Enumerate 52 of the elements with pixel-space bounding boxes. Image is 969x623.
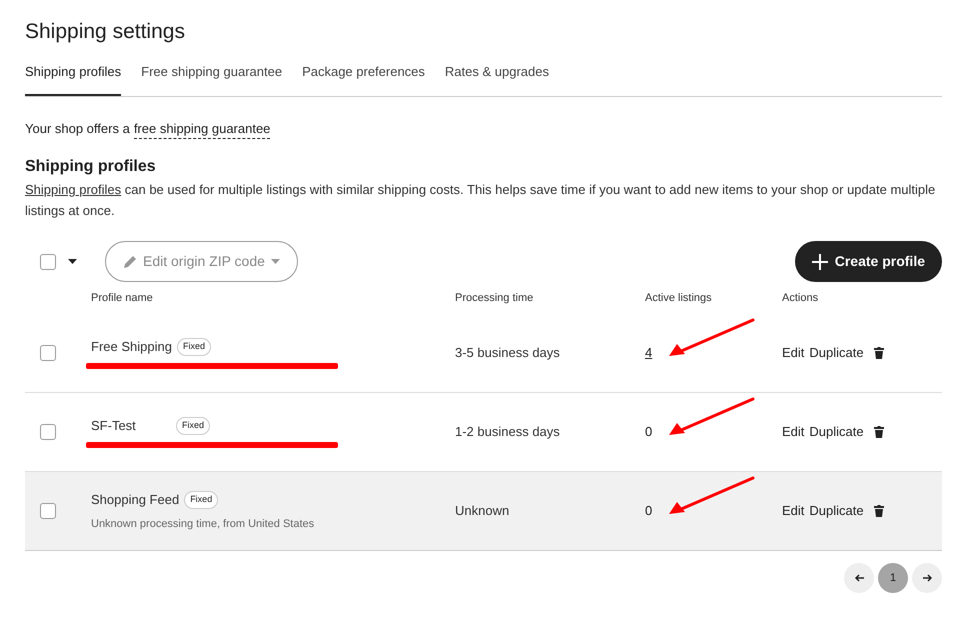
page-title: Shipping settings: [25, 19, 186, 45]
checkbox[interactable]: [40, 503, 56, 519]
checkbox[interactable]: [40, 345, 56, 361]
trash-icon[interactable]: [874, 505, 884, 517]
arrow-right-icon: [922, 574, 932, 582]
action-link[interactable]: Duplicate: [809, 501, 864, 521]
caret-icon[interactable]: [68, 259, 77, 264]
section-description: Shipping profiles can be used for multiple listings with similar shipping costs. This helps save time if you want to add new items to your shop or update multiple listings at once.: [25, 181, 936, 220]
column-header: Active listings: [645, 290, 713, 306]
previous-page-button[interactable]: [844, 563, 874, 593]
pencil-icon: [123, 254, 137, 268]
profile-subtitle: Unknown processing time, from United States: [91, 516, 316, 532]
tab[interactable]: Package preferences: [302, 62, 425, 96]
trash-icon[interactable]: [874, 426, 884, 438]
create-profile-button[interactable]: Create profile: [794, 241, 942, 282]
fixed-badge: Fixed: [176, 417, 210, 435]
column-header: Actions: [782, 290, 820, 306]
tab[interactable]: Rates & upgrades: [444, 62, 549, 96]
column-header: Processing time: [455, 290, 534, 306]
guarantee-link[interactable]: free shipping guarantee: [134, 118, 270, 139]
listings-link[interactable]: 4: [645, 345, 652, 360]
action-link[interactable]: Edit: [782, 343, 804, 363]
checkbox[interactable]: [40, 254, 56, 270]
action-link[interactable]: Duplicate: [809, 422, 864, 442]
edit-zip-button[interactable]: Edit origin ZIP code: [105, 241, 298, 282]
column-header: Profile name: [91, 290, 154, 306]
profile-name: Shopping Feed: [91, 491, 180, 509]
action-link[interactable]: Duplicate: [809, 343, 864, 363]
tab[interactable]: Shipping profiles: [25, 62, 122, 96]
action-link[interactable]: Edit: [782, 501, 804, 521]
listings-count: 0: [645, 424, 652, 439]
fixed-badge: Fixed: [176, 338, 211, 356]
processing-time: 1-2 business days: [455, 423, 561, 442]
plus-icon: [812, 254, 828, 270]
checkbox[interactable]: [40, 424, 56, 440]
action-link[interactable]: Edit: [782, 422, 804, 442]
processing-time: 3-5 business days: [455, 344, 561, 362]
section-heading: Shipping profiles: [25, 157, 157, 177]
table-row[interactable]: Shopping Feed Fixed Unknown processing time, from United States Unknown 0 Edit Duplicate: [25, 472, 942, 551]
profile-name: Free Shipping: [91, 338, 172, 356]
next-page-button[interactable]: [912, 563, 942, 593]
profiles-link[interactable]: Shipping profiles: [25, 182, 122, 197]
trash-icon[interactable]: [874, 347, 884, 359]
listings-count: 0: [645, 503, 652, 518]
tab[interactable]: Free shipping guarantee: [141, 62, 282, 96]
fixed-badge: Fixed: [184, 491, 218, 508]
page-button[interactable]: 1: [878, 563, 908, 593]
profile-name: SF-Test: [91, 417, 137, 436]
guarantee-text: Your shop offers a: [25, 120, 130, 138]
arrow-left-icon: [854, 574, 864, 582]
caret-icon: [270, 259, 280, 264]
processing-time: Unknown: [455, 502, 510, 520]
